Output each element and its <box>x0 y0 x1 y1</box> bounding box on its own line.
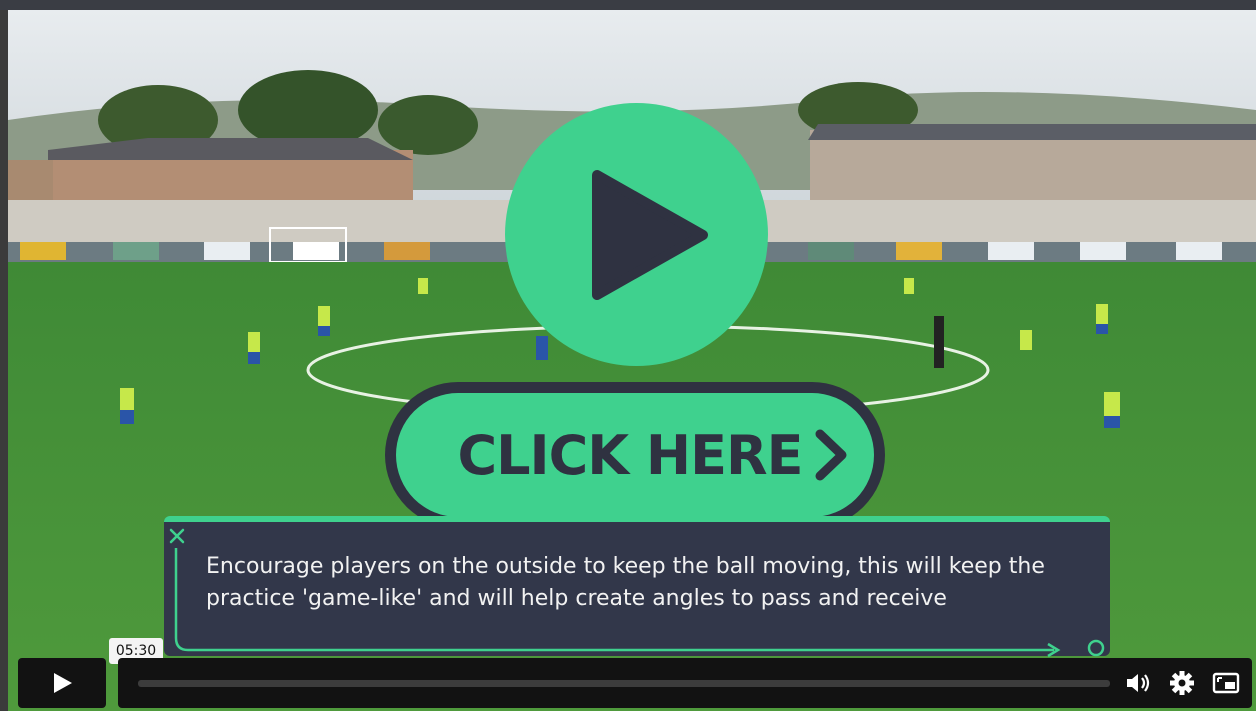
progress-bar[interactable] <box>138 680 1110 687</box>
big-play-button[interactable] <box>505 103 768 366</box>
play-icon <box>592 170 708 300</box>
picture-in-picture-icon[interactable] <box>1212 670 1240 696</box>
click-here-label: CLICK HERE <box>457 423 804 487</box>
gear-icon[interactable] <box>1168 670 1196 696</box>
close-icon[interactable] <box>168 527 186 545</box>
top-bar <box>0 0 1256 10</box>
chevron-right-icon <box>815 429 847 481</box>
click-here-button[interactable]: CLICK HERE <box>385 382 885 528</box>
left-strip <box>0 10 8 711</box>
play-icon <box>54 673 72 693</box>
video-player[interactable]: CLICK HERE Encourage players on the outs… <box>0 0 1256 711</box>
control-bar <box>118 658 1252 708</box>
play-button[interactable] <box>18 658 106 708</box>
volume-icon[interactable] <box>1124 670 1152 696</box>
click-here-inner: CLICK HERE <box>396 393 874 517</box>
coaching-tip-text: Encourage players on the outside to keep… <box>206 554 1045 611</box>
